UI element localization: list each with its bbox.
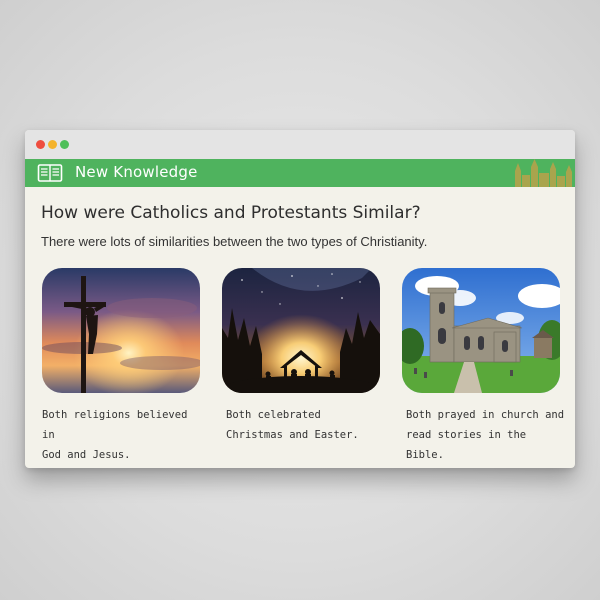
caption-line: Both celebrated: [226, 409, 321, 421]
card-caption: Both prayed in church and read stories i…: [406, 405, 566, 465]
book-icon: [37, 164, 63, 182]
banner-title: New Knowledge: [75, 163, 198, 181]
caption-line: Christmas and Easter.: [226, 429, 359, 441]
caption-line: Both religions believed in: [42, 409, 188, 441]
cathedral-silhouette-icon: [515, 159, 572, 187]
caption-line: God and Jesus.: [42, 449, 131, 461]
window-titlebar: [25, 130, 575, 159]
church-building-image: [402, 268, 560, 393]
crucifix-sunset-image: [42, 268, 200, 393]
caption-line: read stories in the Bible.: [406, 429, 527, 461]
lesson-window: New Knowledge How were Catholics and Pro…: [25, 130, 575, 468]
card-caption: Both religions believed in God and Jesus…: [42, 405, 202, 465]
caption-line: Both prayed in church and: [406, 409, 565, 421]
close-window-button[interactable]: [36, 140, 45, 149]
section-banner: New Knowledge: [25, 159, 575, 187]
maximize-window-button[interactable]: [60, 140, 69, 149]
card-caption: Both celebrated Christmas and Easter.: [226, 405, 386, 445]
lesson-subtitle: There were lots of similarities between …: [41, 234, 428, 249]
minimize-window-button[interactable]: [48, 140, 57, 149]
lesson-heading: How were Catholics and Protestants Simil…: [41, 203, 421, 223]
nativity-scene-image: [222, 268, 380, 393]
